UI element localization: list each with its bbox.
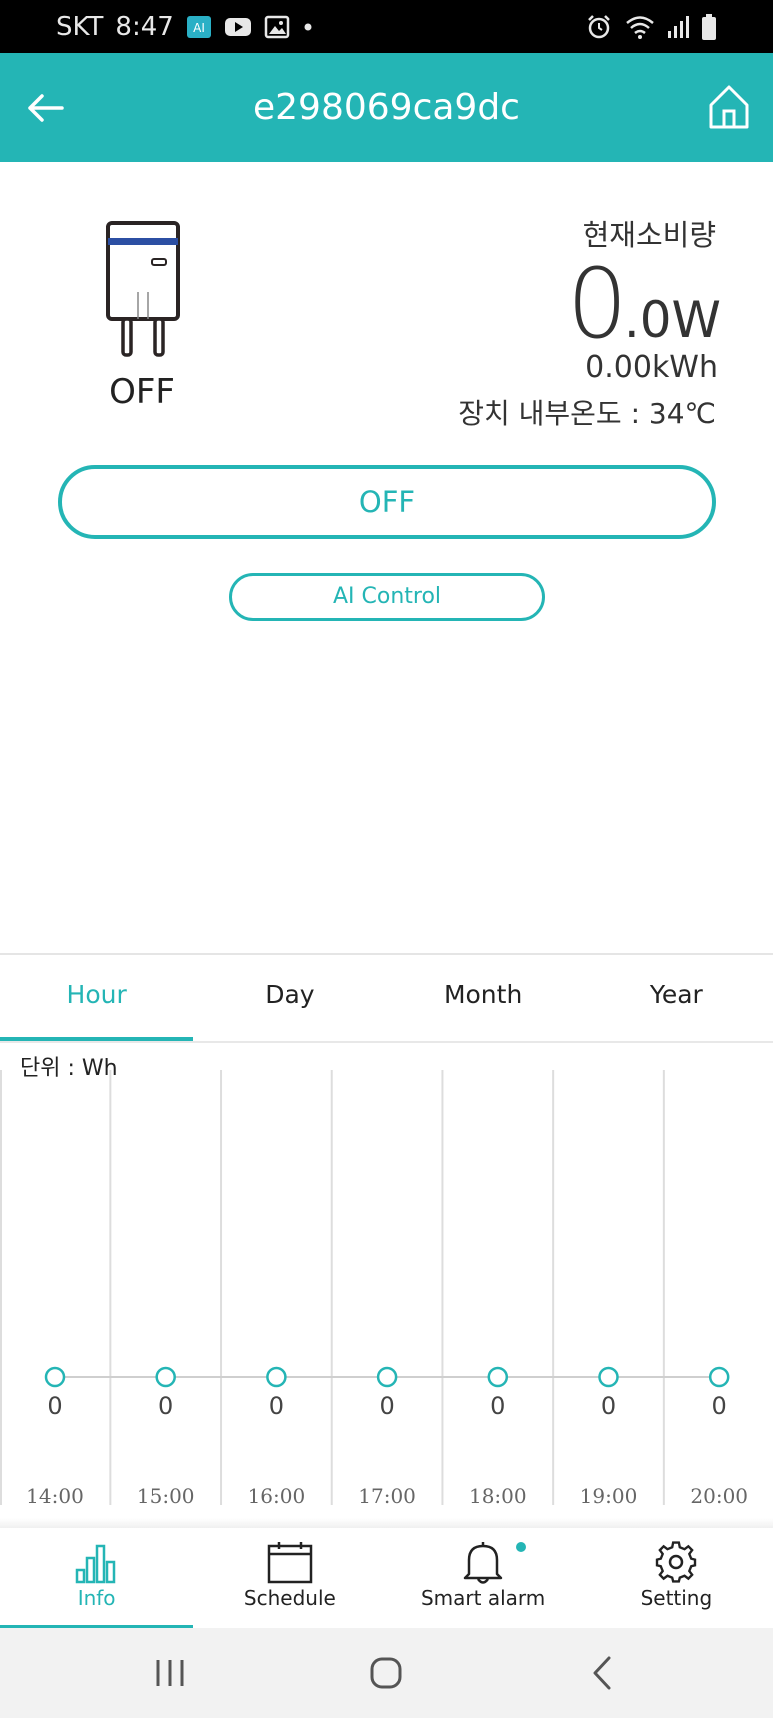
chart-data-label: 0 [47,1392,62,1420]
chart-point[interactable] [708,1366,730,1388]
chart-tick-label: 14:00 [26,1484,84,1508]
page-title: e298069ca9dc [253,87,520,128]
device-state-label: OFF [109,372,175,412]
gear-icon [656,1541,697,1583]
nav-schedule[interactable]: Schedule [193,1528,386,1628]
calendar-icon [267,1542,313,1584]
chart-data-label: 0 [379,1392,394,1420]
signal-icon [667,15,689,39]
nav-smart-alarm[interactable]: Smart alarm [387,1528,580,1628]
clock: 8:47 [115,11,174,42]
smart-plug-icon [106,221,180,357]
tab-year[interactable]: Year [580,955,773,1041]
nav-schedule-label: Schedule [243,1586,336,1610]
svg-text:AI: AI [193,21,205,35]
nav-shadow [0,1518,773,1528]
recent-apps-icon[interactable] [145,1648,195,1698]
chart-point[interactable] [487,1366,509,1388]
chart-data-label: 0 [490,1392,505,1420]
chart-point[interactable] [376,1366,398,1388]
youtube-icon [224,16,252,38]
chart-tick-label: 19:00 [580,1484,638,1508]
chart-tick-label: 18:00 [469,1484,527,1508]
chart-data-label: 0 [269,1392,284,1420]
gallery-icon [264,15,290,39]
chart-point[interactable] [44,1366,66,1388]
alarm-icon [585,13,613,41]
nav-setting[interactable]: Setting [580,1528,773,1628]
chart-data-label: 0 [601,1392,616,1420]
tab-day[interactable]: Day [193,955,386,1041]
ai-control-button[interactable]: AI Control [229,573,545,621]
hourly-usage-chart: 0 14:00 0 15:00 0 16:00 0 17:00 0 18:00 0 19:00 0 20:… [0,1070,748,1508]
carrier: SKT [56,11,104,42]
period-tabs: Hour Day Month Year [0,955,773,1041]
notification-dot [515,1542,526,1552]
power-decimal: .0 [623,291,672,349]
device-temperature: 장치 내부온도 : 34℃ [458,397,716,430]
chart-point[interactable] [598,1366,619,1388]
nav-smart-alarm-label: Smart alarm [420,1586,546,1610]
power-unit: W [671,291,721,349]
home-icon[interactable] [707,83,751,131]
energy-total: 0.00kWh [585,350,718,385]
status-bar: SKT 8:47 AI [0,0,773,53]
nav-setting-label: Setting [640,1586,713,1610]
battery-icon [701,13,717,41]
nav-info[interactable]: Info [0,1528,194,1628]
nav-info-label: Info [77,1586,116,1610]
tab-month[interactable]: Month [387,955,580,1041]
system-nav-bar [0,1628,773,1718]
chart-data-label: 0 [158,1392,173,1420]
chart-tick-label: 20:00 [690,1484,748,1508]
chart-tick-label: 17:00 [358,1484,416,1508]
current-power: 0.0W [567,248,721,360]
power-integer: 0 [566,248,628,360]
wifi-icon [625,14,655,40]
bottom-nav: Info Schedule Smart alarm Setting [0,1528,773,1628]
power-toggle-button[interactable]: OFF [58,465,716,539]
chart-point[interactable] [155,1366,176,1388]
ai-app-icon: AI [186,15,212,39]
dot-icon [302,21,314,33]
divider [0,1041,773,1043]
tab-hour[interactable]: Hour [0,955,194,1041]
chart-data-label: 0 [712,1392,727,1420]
back-icon[interactable] [578,1648,628,1698]
chart-tick-label: 15:00 [137,1484,195,1508]
chart-tick-label: 16:00 [248,1484,306,1508]
bar-chart-icon [75,1544,115,1584]
bell-icon [463,1542,503,1584]
chart-point[interactable] [266,1366,287,1388]
home-button-icon[interactable] [361,1648,411,1698]
app-header: e298069ca9dc [0,53,773,162]
